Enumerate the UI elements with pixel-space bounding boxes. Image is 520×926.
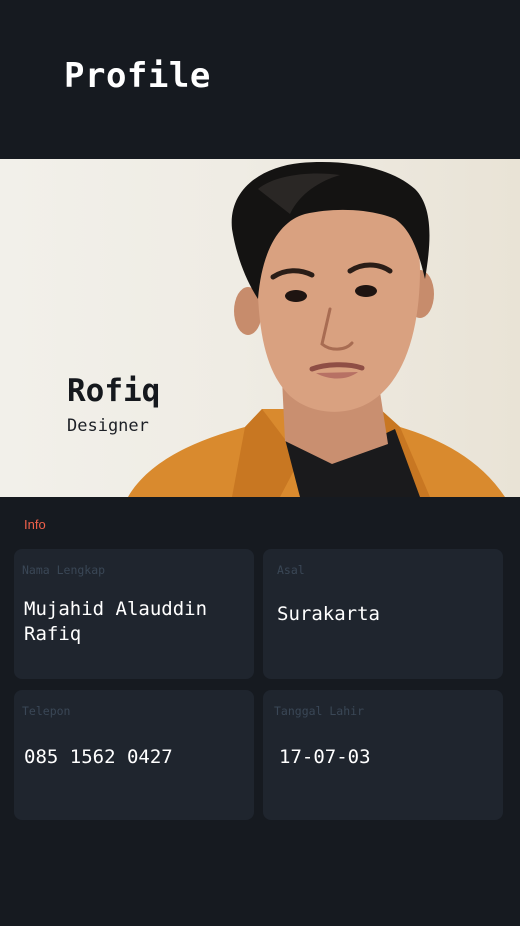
profile-role: Designer <box>67 416 149 436</box>
card-label: Tanggal Lahir <box>274 704 365 718</box>
card-value: 17-07-03 <box>279 746 371 768</box>
info-card-phone: Telepon 085 1562 0427 <box>14 690 254 820</box>
info-card-birth-date: Tanggal Lahir 17-07-03 <box>263 690 503 820</box>
card-label: Telepon <box>22 704 71 718</box>
page-title: Profile <box>64 56 211 96</box>
info-card-origin: Asal Surakarta <box>263 549 503 679</box>
card-label: Nama Lengkap <box>22 563 106 577</box>
card-value: Surakarta <box>277 603 380 625</box>
card-value: 085 1562 0427 <box>24 746 173 768</box>
info-section-label: Info <box>24 517 46 532</box>
profile-name: Rofiq <box>67 373 161 409</box>
profile-photo <box>128 162 505 497</box>
profile-hero: Rofiq Designer <box>0 159 520 497</box>
header: Profile <box>0 0 520 159</box>
info-card-full-name: Nama Lengkap Mujahid Alauddin Rafiq <box>14 549 254 679</box>
card-label: Asal <box>277 563 305 577</box>
card-value: Mujahid Alauddin Rafiq <box>24 598 208 645</box>
